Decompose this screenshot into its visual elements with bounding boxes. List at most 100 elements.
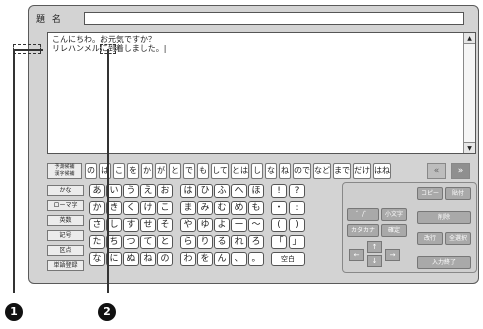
dakuten-button[interactable]: ゛/゜: [347, 208, 379, 221]
kana-key[interactable]: ま: [180, 201, 196, 215]
kana-key[interactable]: ー: [231, 218, 247, 232]
kana-key[interactable]: ほ: [248, 184, 264, 198]
mode-word-register[interactable]: 単語登録: [47, 260, 84, 271]
kana-key[interactable]: 空白: [271, 252, 305, 266]
kana-key[interactable]: の: [157, 252, 173, 266]
prediction-candidate[interactable]: は: [99, 163, 111, 179]
prediction-next-button[interactable]: »: [451, 163, 470, 179]
prediction-candidate[interactable]: も: [197, 163, 209, 179]
kana-key[interactable]: せ: [140, 218, 156, 232]
arrow-up-icon[interactable]: ↑: [367, 241, 382, 253]
kana-key[interactable]: や: [180, 218, 196, 232]
kana-key[interactable]: 「: [271, 235, 287, 249]
kana-key[interactable]: む: [214, 201, 230, 215]
kana-key[interactable]: ぬ: [123, 252, 139, 266]
kana-key[interactable]: え: [140, 184, 156, 198]
scroll-down-icon[interactable]: ▼: [464, 142, 475, 153]
kana-key[interactable]: そ: [157, 218, 173, 232]
arrow-right-icon[interactable]: →: [385, 249, 400, 261]
prediction-candidate[interactable]: か: [141, 163, 153, 179]
kana-key[interactable]: ろ: [248, 235, 264, 249]
kana-key[interactable]: :: [289, 201, 305, 215]
kana-key[interactable]: 」: [289, 235, 305, 249]
small-char-button[interactable]: 小文字: [381, 208, 407, 221]
prediction-candidate[interactable]: こ: [113, 163, 125, 179]
kana-key[interactable]: へ: [231, 184, 247, 198]
prediction-candidate[interactable]: はね: [373, 163, 391, 179]
kana-key[interactable]: か: [89, 201, 105, 215]
prediction-candidate[interactable]: が: [155, 163, 167, 179]
kana-key[interactable]: り: [197, 235, 213, 249]
kana-key[interactable]: け: [140, 201, 156, 215]
confirm-button[interactable]: 確定: [381, 224, 407, 237]
prediction-candidate[interactable]: ので: [293, 163, 311, 179]
newline-button[interactable]: 改行: [417, 232, 443, 245]
prediction-candidate[interactable]: だけ: [353, 163, 371, 179]
kana-key[interactable]: も: [248, 201, 264, 215]
kana-key[interactable]: ひ: [197, 184, 213, 198]
kana-key[interactable]: ・: [271, 201, 287, 215]
prediction-prev-button[interactable]: «: [427, 163, 446, 179]
kana-key[interactable]: 。: [248, 252, 264, 266]
scroll-up-icon[interactable]: ▲: [464, 33, 475, 44]
finish-input-button[interactable]: 入力終了: [417, 256, 471, 269]
select-all-button[interactable]: 全選択: [445, 232, 471, 245]
kana-key[interactable]: ん: [214, 252, 230, 266]
arrow-left-icon[interactable]: ←: [349, 249, 364, 261]
mode-kuten[interactable]: 区点: [47, 245, 84, 256]
kana-key[interactable]: こ: [157, 201, 173, 215]
copy-button[interactable]: コピー: [417, 187, 443, 200]
kana-key[interactable]: つ: [123, 235, 139, 249]
prediction-candidate[interactable]: で: [183, 163, 195, 179]
kana-key[interactable]: ?: [289, 184, 305, 198]
kana-key[interactable]: ね: [140, 252, 156, 266]
kana-key[interactable]: ゆ: [197, 218, 213, 232]
prediction-label: 予測候補 漢字候補: [47, 163, 82, 179]
arrow-down-icon[interactable]: ↓: [367, 255, 382, 267]
kana-key[interactable]: 〜: [248, 218, 264, 232]
kana-key[interactable]: た: [89, 235, 105, 249]
kana-key[interactable]: ): [289, 218, 305, 232]
prediction-candidate[interactable]: など: [313, 163, 331, 179]
kana-key[interactable]: る: [214, 235, 230, 249]
kana-key[interactable]: (: [271, 218, 287, 232]
mode-kana[interactable]: かな: [47, 185, 84, 196]
delete-button[interactable]: 削除: [417, 211, 471, 224]
kana-key[interactable]: て: [140, 235, 156, 249]
title-input[interactable]: [84, 12, 464, 25]
prediction-candidate[interactable]: と: [169, 163, 181, 179]
kana-key[interactable]: は: [180, 184, 196, 198]
kana-key[interactable]: !: [271, 184, 287, 198]
kana-key[interactable]: ふ: [214, 184, 230, 198]
kana-key[interactable]: す: [123, 218, 139, 232]
kana-key[interactable]: 、: [231, 252, 247, 266]
kana-key[interactable]: う: [123, 184, 139, 198]
prediction-candidate[interactable]: の: [85, 163, 97, 179]
prediction-candidate[interactable]: な: [265, 163, 277, 179]
kana-key[interactable]: さ: [89, 218, 105, 232]
kana-key[interactable]: ら: [180, 235, 196, 249]
kana-key[interactable]: と: [157, 235, 173, 249]
prediction-candidate[interactable]: して: [211, 163, 229, 179]
kana-key[interactable]: を: [197, 252, 213, 266]
mode-symbol[interactable]: 記号: [47, 230, 84, 241]
kana-key[interactable]: あ: [89, 184, 105, 198]
editor-scrollbar[interactable]: ▲ ▼: [463, 33, 475, 153]
prediction-candidate[interactable]: を: [127, 163, 139, 179]
prediction-candidate[interactable]: ね: [279, 163, 291, 179]
kana-key[interactable]: み: [197, 201, 213, 215]
kana-key[interactable]: よ: [214, 218, 230, 232]
prediction-candidate[interactable]: まで: [333, 163, 351, 179]
kana-key[interactable]: め: [231, 201, 247, 215]
kana-key[interactable]: な: [89, 252, 105, 266]
kana-key[interactable]: く: [123, 201, 139, 215]
prediction-candidate[interactable]: とは: [231, 163, 249, 179]
kana-key[interactable]: わ: [180, 252, 196, 266]
paste-button[interactable]: 貼付: [445, 187, 471, 200]
mode-romaji[interactable]: ローマ字: [47, 200, 84, 211]
prediction-candidate[interactable]: し: [251, 163, 263, 179]
mode-alnum[interactable]: 英数: [47, 215, 84, 226]
kana-key[interactable]: お: [157, 184, 173, 198]
kana-key[interactable]: れ: [231, 235, 247, 249]
katakana-button[interactable]: カタカナ: [347, 224, 379, 237]
